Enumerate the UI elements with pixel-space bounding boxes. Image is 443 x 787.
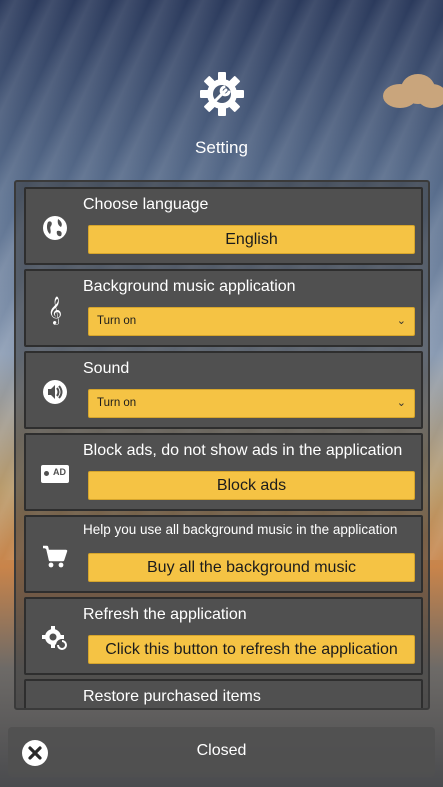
setting-label: Block ads, do not show ads in the applic… [83,442,403,459]
setting-item-restore: Restore purchased items [24,679,423,708]
close-button-label[interactable]: Closed [8,742,435,760]
setting-label: Choose language [83,196,209,213]
ad-block-icon: AD [40,459,70,489]
ad-icon-text: AD [53,467,66,477]
setting-label: Help you use all background music in the… [83,522,398,537]
setting-item-buy-music: Help you use all background music in the… [24,515,423,593]
treble-clef-icon: 𝄞 [47,296,63,324]
settings-list[interactable]: Choose language English 𝄞 Background mus… [14,180,430,710]
setting-item-language: Choose language English [24,187,423,265]
refresh-button[interactable]: Click this button to refresh the applica… [88,635,415,664]
setting-item-music: 𝄞 Background music application Turn on ⌄ [24,269,423,347]
setting-label: Restore purchased items [83,688,261,705]
close-bar[interactable]: Closed [8,727,435,777]
block-ads-button[interactable]: Block ads [88,471,415,500]
setting-item-ads: AD Block ads, do not show ads in the app… [24,433,423,511]
gear-refresh-icon [40,623,70,653]
page-title: Setting [195,138,248,157]
chevron-down-icon: ⌄ [396,315,406,327]
globe-icon [40,213,70,243]
gear-wrench-icon [198,70,246,118]
settings-panel: Setting Choose language English 𝄞 Backgr… [0,0,443,787]
setting-item-refresh: Refresh the application Click this butto… [24,597,423,675]
language-button[interactable]: English [88,225,415,254]
sound-select-value: Turn on [97,397,137,409]
music-select-value: Turn on [97,315,137,327]
buy-music-button[interactable]: Buy all the background music [88,553,415,582]
setting-label: Background music application [83,278,296,295]
music-select[interactable]: Turn on ⌄ [88,307,415,336]
speaker-icon [40,377,70,407]
restore-icon [40,705,70,708]
setting-label: Refresh the application [83,606,247,623]
setting-item-sound: Sound Turn on ⌄ [24,351,423,429]
chevron-down-icon: ⌄ [396,397,406,409]
shopping-cart-icon [40,541,70,571]
sound-select[interactable]: Turn on ⌄ [88,389,415,418]
setting-label: Sound [83,360,130,377]
